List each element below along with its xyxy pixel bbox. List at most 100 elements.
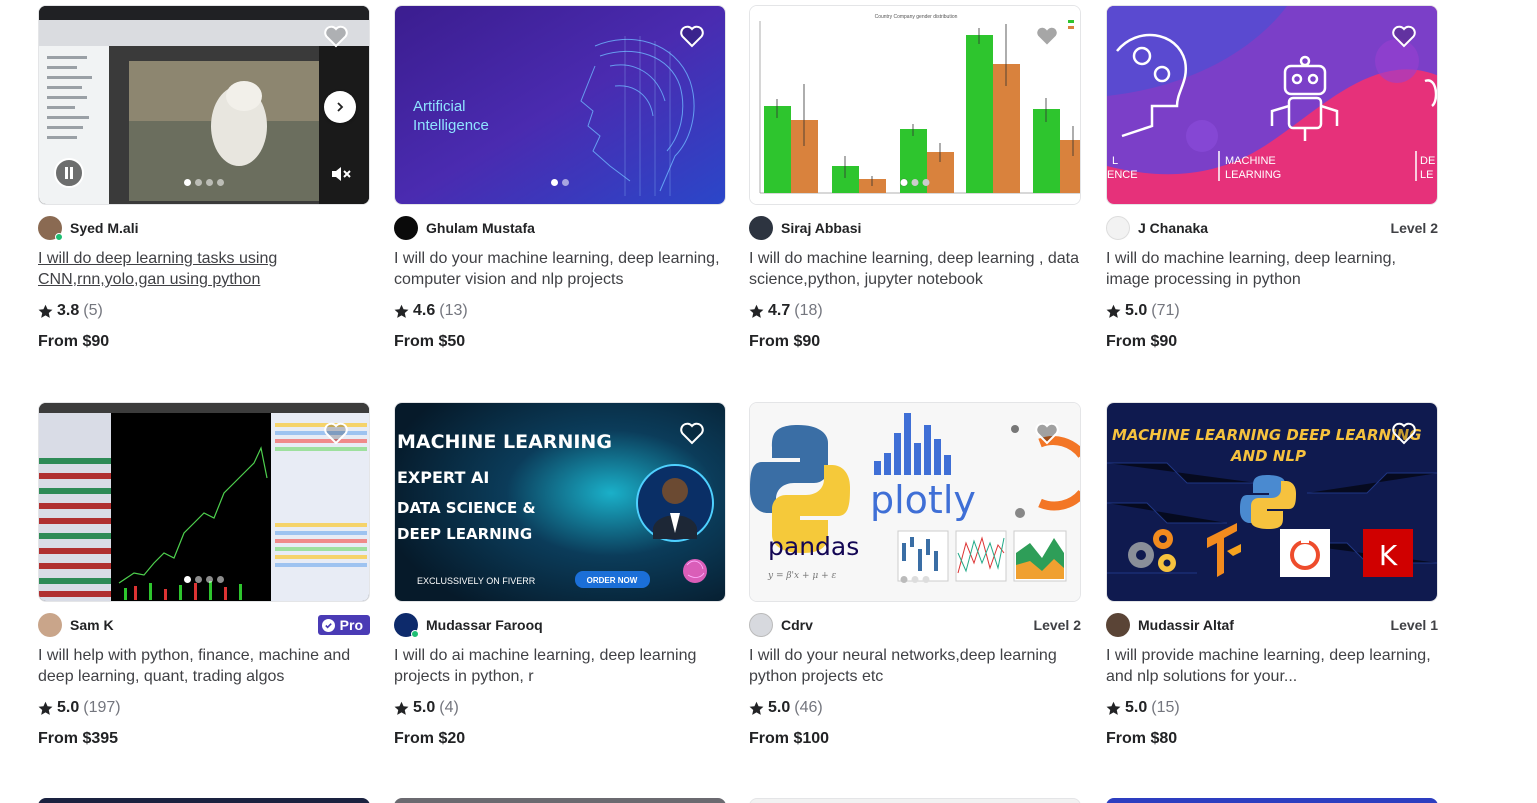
avatar[interactable]: [394, 613, 419, 638]
heart-icon[interactable]: [679, 24, 705, 48]
seller-info: Cdrv Level 2: [749, 612, 1081, 638]
seller-name[interactable]: Ghulam Mustafa: [426, 220, 535, 236]
pro-label: Pro: [339, 617, 363, 633]
thumb-mid-text-2: LEARNING: [1225, 169, 1281, 181]
trading-chart-image: [39, 403, 369, 601]
rating-score: 5.0: [1125, 699, 1148, 716]
star-icon: [1106, 304, 1121, 318]
gig-title[interactable]: I will provide machine learning, deep le…: [1106, 645, 1438, 687]
price[interactable]: From $90: [749, 333, 1081, 351]
gig-thumbnail[interactable]: Artificial Intelligence: [394, 5, 726, 205]
gig-thumbnail[interactable]: L ENCE MACHINE LEARNING DE LE: [1106, 5, 1438, 205]
gig-thumbnail[interactable]: MACHINE LEARNING DEEP LEARNING AND NLP K: [1106, 402, 1438, 602]
gig-title[interactable]: I will do machine learning, deep learnin…: [1106, 248, 1438, 290]
seller-name[interactable]: J Chanaka: [1138, 220, 1208, 236]
slide-dots: [184, 179, 224, 186]
verified-check-icon: [321, 618, 335, 632]
price[interactable]: From $50: [394, 333, 726, 351]
avatar[interactable]: [1106, 216, 1130, 240]
rating: 4.7 (18): [749, 301, 1081, 321]
gig-thumbnail[interactable]: [38, 5, 370, 205]
seller-info: Syed M.ali: [38, 215, 370, 241]
gig-title[interactable]: I will do machine learning, deep learnin…: [749, 248, 1081, 290]
seller-level: Level 1: [1390, 617, 1438, 633]
rating-count: (197): [83, 699, 121, 716]
price[interactable]: From $90: [1106, 333, 1438, 351]
seller-name[interactable]: Mudassir Altaf: [1138, 617, 1234, 633]
avatar[interactable]: [1106, 613, 1130, 637]
next-row-thumbnail[interactable]: [749, 798, 1081, 803]
online-indicator: [411, 630, 419, 638]
rating-score: 4.6: [413, 302, 436, 319]
ml-dl-nlp-banner: MACHINE LEARNING DEEP LEARNING AND NLP K: [1107, 403, 1437, 601]
svg-text:DE: DE: [1420, 155, 1435, 167]
gig-card[interactable]: MACHINE LEARNING DEEP LEARNING AND NLP K: [1106, 402, 1438, 748]
pause-icon: [65, 167, 73, 179]
thumb-head-2: AND NLP: [1230, 447, 1306, 465]
seller-info: Siraj Abbasi: [749, 215, 1081, 241]
gig-thumbnail[interactable]: [38, 402, 370, 602]
thumb-word-pandas: pandas: [768, 532, 859, 561]
star-icon: [1106, 701, 1121, 715]
avatar[interactable]: [749, 613, 773, 637]
heart-icon[interactable]: [1391, 24, 1417, 48]
heart-icon[interactable]: [323, 24, 349, 48]
seller-name[interactable]: Siraj Abbasi: [781, 220, 861, 236]
price[interactable]: From $20: [394, 730, 726, 748]
gig-thumbnail[interactable]: MACHINE LEARNING EXPERT AI DATA SCIENCE …: [394, 402, 726, 602]
next-row-thumbnail[interactable]: [38, 798, 370, 803]
gig-card[interactable]: Syed M.ali I will do deep learning tasks…: [38, 5, 370, 351]
rating-count: (15): [1151, 699, 1180, 716]
gig-title[interactable]: I will do deep learning tasks using CNN,…: [38, 248, 370, 290]
gig-title[interactable]: I will do ai machine learning, deep lear…: [394, 645, 726, 687]
gig-card[interactable]: Country Company gender distribution Sira…: [749, 5, 1081, 351]
seller-name[interactable]: Mudassar Farooq: [426, 617, 543, 633]
star-icon: [749, 701, 764, 715]
gig-card[interactable]: MACHINE LEARNING EXPERT AI DATA SCIENCE …: [394, 402, 726, 748]
mute-button[interactable]: [329, 162, 353, 186]
gig-title[interactable]: I will do your neural networks,deep lear…: [749, 645, 1081, 687]
price[interactable]: From $90: [38, 333, 370, 351]
avatar[interactable]: [394, 216, 418, 240]
pause-button[interactable]: [54, 158, 84, 188]
rating-score: 5.0: [768, 699, 791, 716]
price[interactable]: From $100: [749, 730, 1081, 748]
next-row-thumbnail[interactable]: [1106, 798, 1438, 803]
thumb-title-2: Intelligence: [413, 117, 489, 134]
rating: 5.0 (15): [1106, 698, 1438, 718]
price[interactable]: From $395: [38, 730, 370, 748]
gig-card[interactable]: Artificial Intelligence Ghulam Mustafa I…: [394, 5, 726, 351]
rating-score: 3.8: [57, 302, 80, 319]
gig-thumbnail[interactable]: plotly pandas y = β'x + μ + ε: [749, 402, 1081, 602]
gig-title[interactable]: I will do your machine learning, deep le…: [394, 248, 726, 290]
rating: 4.6 (13): [394, 301, 726, 321]
avatar[interactable]: [38, 216, 63, 241]
rating: 3.8 (5): [38, 301, 370, 321]
seller-level: Level 2: [1033, 617, 1081, 633]
gig-card[interactable]: Sam K Pro I will help with python, finan…: [38, 402, 370, 748]
heart-icon[interactable]: [323, 421, 349, 445]
bar-chart-image: Country Company gender distribution: [750, 6, 1080, 204]
next-row-thumbnail[interactable]: [394, 798, 726, 803]
gig-title[interactable]: I will help with python, finance, machin…: [38, 645, 370, 687]
rating-score: 4.7: [768, 302, 791, 319]
seller-name[interactable]: Sam K: [70, 617, 114, 633]
avatar[interactable]: [38, 613, 62, 637]
heart-icon[interactable]: [1034, 24, 1060, 48]
star-icon: [394, 701, 409, 715]
seller-name[interactable]: Cdrv: [781, 617, 813, 633]
gig-card[interactable]: L ENCE MACHINE LEARNING DE LE J Chanaka …: [1106, 5, 1438, 351]
heart-icon[interactable]: [1034, 421, 1060, 445]
heart-icon[interactable]: [679, 421, 705, 445]
rating: 5.0 (197): [38, 698, 370, 718]
seller-name[interactable]: Syed M.ali: [70, 220, 138, 236]
gig-thumbnail[interactable]: Country Company gender distribution: [749, 5, 1081, 205]
slide-dots: [184, 576, 224, 583]
rating-score: 5.0: [57, 699, 80, 716]
gig-card[interactable]: plotly pandas y = β'x + μ + ε Cdrv Level…: [749, 402, 1081, 748]
avatar[interactable]: [749, 216, 773, 240]
price[interactable]: From $80: [1106, 730, 1438, 748]
next-slide-button[interactable]: [324, 91, 356, 123]
heart-icon[interactable]: [1391, 421, 1417, 445]
rating-count: (4): [439, 699, 459, 716]
